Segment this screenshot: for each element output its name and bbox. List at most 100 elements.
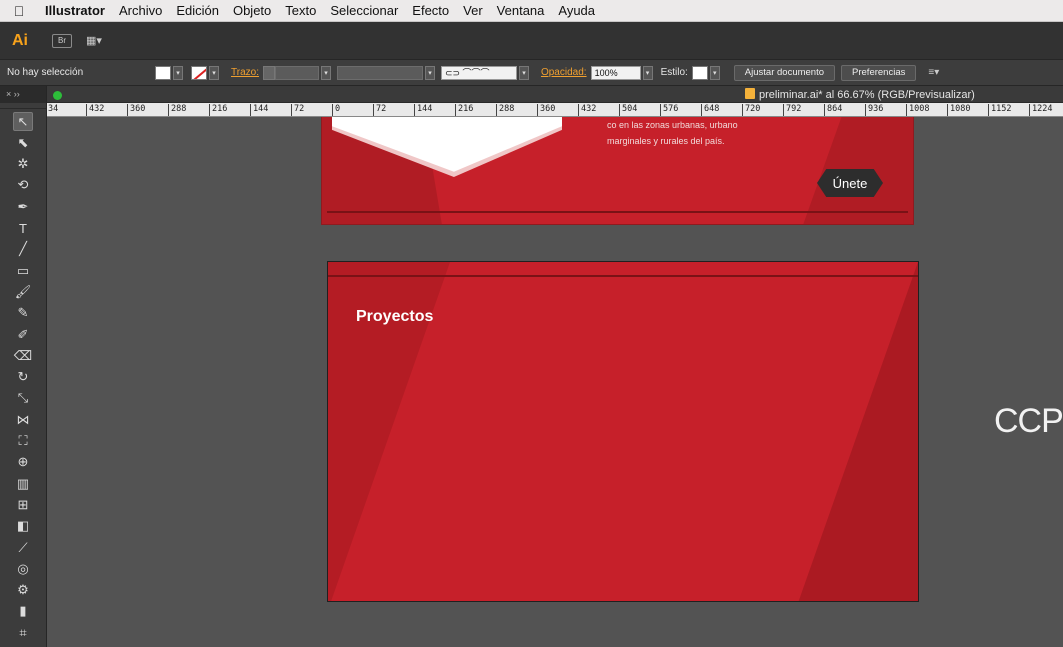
stroke-link[interactable]: Trazo: bbox=[231, 67, 259, 78]
width-tool-icon[interactable]: ⋈ bbox=[13, 410, 33, 429]
tools-panel: × ›› ↖ ⬉ ✲ ⟲ ✒ T ╱ ▭ 🖌 ✎ ✐ ⌫ ↻ ⤡ ⋈ ⛶ ⊕ ▥ ⊞ ◧ ⟋ ◎ ⚙ ▮ ⌗ bbox=[0, 86, 47, 647]
hero-divider bbox=[327, 211, 908, 213]
artboard-tool-icon[interactable]: ⌗ bbox=[13, 623, 33, 642]
menu-seleccionar[interactable]: Seleccionar bbox=[323, 3, 405, 18]
mesh-tool-icon[interactable]: ⊞ bbox=[13, 495, 33, 514]
ruler-tick-label: 504 bbox=[619, 104, 637, 116]
stroke-dropdown-icon[interactable]: ▾ bbox=[209, 65, 219, 80]
tools-panel-header[interactable]: × ›› bbox=[0, 86, 46, 103]
horizontal-ruler[interactable]: 34 432 360 288 216 144 72 0 72 144 216 288 360 432 504… bbox=[47, 103, 1063, 117]
window-status-dot[interactable] bbox=[53, 91, 62, 100]
paintbrush-tool-icon[interactable]: 🖌 bbox=[13, 282, 33, 301]
ruler-tick-label: 72 bbox=[291, 104, 304, 116]
profile-dropdown-icon[interactable]: ▾ bbox=[424, 65, 435, 80]
stroke-weight-stepper[interactable] bbox=[262, 65, 275, 80]
panel-menu-icon[interactable]: ≡▾ bbox=[928, 67, 939, 78]
scale-tool-icon[interactable]: ⤡ bbox=[13, 389, 33, 408]
menu-illustrator[interactable]: Illustrator bbox=[38, 3, 112, 18]
variable-width-profile[interactable] bbox=[336, 65, 423, 80]
ruler-tick-label: 0 bbox=[332, 104, 340, 116]
shape-builder-tool-icon[interactable]: ⊕ bbox=[13, 453, 33, 472]
join-button[interactable]: Únete bbox=[817, 169, 883, 197]
ruler-tick-label: 144 bbox=[414, 104, 432, 116]
ruler-tick-label: 1080 bbox=[947, 104, 970, 116]
hero-text-line-1: co en las zonas urbanas, urbano bbox=[607, 120, 738, 130]
ruler-tick-label: 360 bbox=[537, 104, 555, 116]
free-transform-tool-icon[interactable]: ⛶ bbox=[13, 432, 33, 451]
ruler-tick-label: 864 bbox=[824, 104, 842, 116]
lasso-tool-icon[interactable]: ⟲ bbox=[13, 176, 33, 195]
ruler-tick-label: 288 bbox=[496, 104, 514, 116]
ruler-tick-label: 1224 bbox=[1029, 104, 1052, 116]
application-bar: Ai Br ▦▾ bbox=[0, 22, 1063, 60]
style-label: Estilo: bbox=[660, 67, 688, 78]
symbol-sprayer-tool-icon[interactable]: ⚙ bbox=[13, 581, 33, 600]
document-tab[interactable]: preliminar.ai* al 66.67% (RGB/Previsuali… bbox=[47, 86, 1063, 103]
rectangle-tool-icon[interactable]: ▭ bbox=[13, 261, 33, 280]
fill-swatch[interactable] bbox=[155, 65, 171, 80]
illustrator-window:  Illustrator Archivo Edición Objeto Tex… bbox=[0, 0, 1063, 647]
control-bar: No hay selección ▾ ▾ Trazo: ▾ ▾ ⊂⊃ ⌒⌒⌒ ▾… bbox=[0, 60, 1063, 86]
blob-brush-tool-icon[interactable]: ✐ bbox=[13, 325, 33, 344]
document-title-text: preliminar.ai* al 66.67% (RGB/Previsuali… bbox=[759, 89, 975, 101]
ccp-logo-text: CCP bbox=[994, 402, 1063, 440]
ruler-tick-label: 216 bbox=[209, 104, 227, 116]
pen-tool-icon[interactable]: ✒ bbox=[13, 197, 33, 216]
canvas[interactable]: co en las zonas urbanas, urbano marginal… bbox=[47, 117, 1063, 647]
rotate-tool-icon[interactable]: ↻ bbox=[13, 368, 33, 387]
pencil-tool-icon[interactable]: ✎ bbox=[13, 304, 33, 323]
perspective-grid-tool-icon[interactable]: ▥ bbox=[13, 474, 33, 493]
stroke-weight-dropdown-icon[interactable]: ▾ bbox=[320, 65, 331, 80]
artboard-hero[interactable]: co en las zonas urbanas, urbano marginal… bbox=[321, 117, 914, 225]
menu-edicion[interactable]: Edición bbox=[169, 3, 226, 18]
fill-dropdown-icon[interactable]: ▾ bbox=[173, 65, 183, 80]
menu-texto[interactable]: Texto bbox=[278, 3, 323, 18]
ruler-tick-label: 720 bbox=[742, 104, 760, 116]
illustrator-logo: Ai bbox=[12, 31, 28, 49]
stroke-weight-field[interactable] bbox=[274, 65, 319, 80]
ai-document-icon bbox=[745, 88, 755, 99]
brush-definition[interactable]: ⊂⊃ ⌒⌒⌒ bbox=[440, 65, 517, 80]
menu-ver[interactable]: Ver bbox=[456, 3, 490, 18]
arrange-documents-icon[interactable]: ▦▾ bbox=[86, 34, 102, 47]
selection-tool-icon[interactable]: ↖ bbox=[13, 112, 33, 131]
apple-icon[interactable]:  bbox=[0, 3, 38, 19]
ruler-tick-label: 144 bbox=[250, 104, 268, 116]
opacity-link[interactable]: Opacidad: bbox=[541, 67, 587, 78]
gradient-tool-icon[interactable]: ◧ bbox=[13, 517, 33, 536]
ruler-tick-label: 360 bbox=[127, 104, 145, 116]
menu-archivo[interactable]: Archivo bbox=[112, 3, 169, 18]
ruler-tick-label: 432 bbox=[86, 104, 104, 116]
projects-heading: Proyectos bbox=[356, 308, 434, 325]
menu-ayuda[interactable]: Ayuda bbox=[551, 3, 602, 18]
opacity-dropdown-icon[interactable]: ▾ bbox=[642, 65, 653, 80]
menu-objeto[interactable]: Objeto bbox=[226, 3, 278, 18]
ruler-tick-label: 34 bbox=[47, 104, 58, 116]
preferences-button[interactable]: Preferencias bbox=[841, 64, 917, 81]
eraser-tool-icon[interactable]: ⌫ bbox=[13, 346, 33, 365]
style-dropdown-icon[interactable]: ▾ bbox=[709, 65, 720, 80]
line-tool-icon[interactable]: ╱ bbox=[13, 240, 33, 259]
brush-dropdown-icon[interactable]: ▾ bbox=[518, 65, 529, 80]
ruler-tick-label: 936 bbox=[865, 104, 883, 116]
selection-status: No hay selección bbox=[7, 67, 84, 78]
column-graph-tool-icon[interactable]: ▮ bbox=[13, 602, 33, 621]
menu-efecto[interactable]: Efecto bbox=[405, 3, 456, 18]
blend-tool-icon[interactable]: ◎ bbox=[13, 559, 33, 578]
type-tool-icon[interactable]: T bbox=[13, 219, 33, 238]
bridge-button[interactable]: Br bbox=[52, 33, 72, 48]
direct-selection-tool-icon[interactable]: ⬉ bbox=[13, 133, 33, 152]
graphic-style-swatch[interactable] bbox=[691, 65, 708, 80]
magic-wand-tool-icon[interactable]: ✲ bbox=[13, 155, 33, 174]
tools-panel-grip[interactable] bbox=[0, 103, 46, 109]
opacity-field[interactable]: 100% bbox=[590, 65, 641, 80]
ruler-tick-label: 72 bbox=[373, 104, 386, 116]
stroke-swatch[interactable] bbox=[191, 65, 207, 80]
ruler-tick-label: 576 bbox=[660, 104, 678, 116]
projects-shade-right bbox=[798, 262, 918, 601]
menu-ventana[interactable]: Ventana bbox=[490, 3, 552, 18]
fit-document-button[interactable]: Ajustar documento bbox=[733, 64, 836, 81]
eyedropper-tool-icon[interactable]: ⟋ bbox=[13, 538, 33, 557]
artboard-projects[interactable]: Proyectos bbox=[327, 261, 919, 602]
ruler-tick-label: 432 bbox=[578, 104, 596, 116]
